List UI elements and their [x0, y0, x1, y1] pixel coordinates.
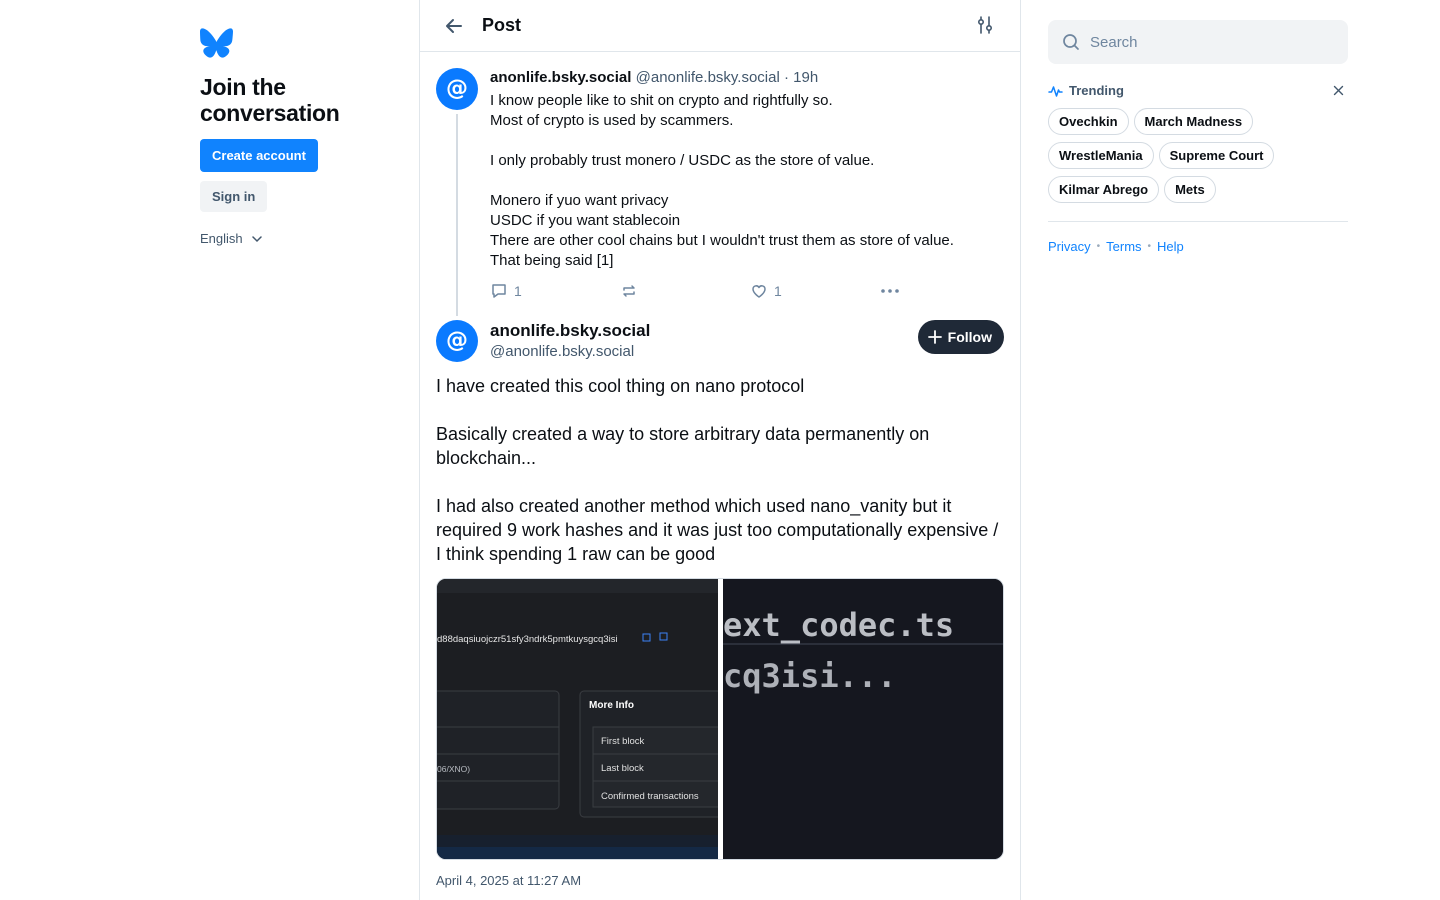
- repost-icon: [623, 285, 635, 297]
- footer-links: Privacy • Terms • Help: [1048, 239, 1348, 254]
- post-thread-column: Post @ anonlife.bsky.social @anonlife.bs…: [419, 0, 1021, 900]
- more-info-title: More Info: [589, 700, 634, 711]
- privacy-link[interactable]: Privacy: [1048, 239, 1091, 254]
- trending-topic[interactable]: March Madness: [1133, 108, 1254, 135]
- thread-line: [456, 114, 458, 316]
- post-text: I know people like to shit on crypto and…: [490, 92, 954, 269]
- post-header: Post: [420, 0, 1020, 52]
- author-name[interactable]: anonlife.bsky.social: [490, 320, 650, 342]
- post-image-explorer[interactable]: d88daqsiuojczr51sfy3ndrk5pmtkuysgcq3isi …: [437, 579, 718, 859]
- author-name[interactable]: anonlife.bsky.social: [490, 69, 631, 86]
- trending-topic[interactable]: Mets: [1164, 176, 1216, 203]
- reply-icon: [492, 284, 506, 298]
- trending-topics: Ovechkin March Madness WrestleMania Supr…: [1048, 108, 1348, 203]
- author-handle[interactable]: @anonlife.bsky.social: [490, 342, 650, 362]
- left-sidebar: Join the conversation Create account Sig…: [200, 28, 400, 246]
- separator-dot: •: [1096, 241, 1101, 252]
- row-confirmed-transactions: Confirmed transactions: [601, 791, 699, 802]
- code-line-1: ext_codec.ts: [723, 606, 954, 644]
- language-label: English: [200, 231, 243, 246]
- trending-topic[interactable]: Ovechkin: [1048, 108, 1129, 135]
- chevron-down-icon: [251, 235, 262, 242]
- help-link[interactable]: Help: [1157, 239, 1184, 254]
- join-headline: Join the conversation: [200, 74, 340, 126]
- create-account-button[interactable]: Create account: [200, 139, 318, 172]
- trending-topic[interactable]: WrestleMania: [1048, 142, 1154, 169]
- trending-topic[interactable]: Kilmar Abrego: [1048, 176, 1160, 203]
- more-dots-icon: [881, 289, 899, 293]
- author-handle[interactable]: @anonlife.bsky.social: [636, 69, 780, 86]
- code-screenshot: ext_codec.ts cq3isi...: [722, 579, 1003, 859]
- address-text: d88daqsiuojczr51sfy3ndrk5pmtkuysgcq3isi: [437, 634, 618, 645]
- back-arrow-icon[interactable]: [444, 16, 464, 36]
- search-box[interactable]: [1048, 20, 1348, 64]
- follow-label: Follow: [947, 329, 992, 345]
- bluesky-logo-icon[interactable]: [200, 28, 233, 58]
- search-icon: [1063, 34, 1079, 50]
- reply-count: 1: [514, 283, 522, 299]
- page-title: Post: [482, 15, 522, 35]
- divider: [1048, 221, 1348, 222]
- reply-button[interactable]: 1: [490, 282, 620, 300]
- row-last-block: Last block: [601, 763, 644, 774]
- avatar[interactable]: @: [436, 320, 478, 362]
- author-block: anonlife.bsky.social @anonlife.bsky.soci…: [490, 320, 650, 362]
- at-sign-icon: @: [446, 76, 468, 101]
- sign-in-button[interactable]: Sign in: [200, 181, 268, 212]
- code-line-2: cq3isi...: [723, 657, 896, 695]
- post-time[interactable]: · 19h: [784, 69, 818, 86]
- search-input[interactable]: [1090, 33, 1330, 51]
- plus-icon: [927, 330, 942, 344]
- trending-pulse-icon: [1048, 85, 1063, 97]
- post-text: I have created this cool thing on nano p…: [436, 376, 999, 564]
- post-date: April 4, 2025 at 11:27 AM: [436, 873, 582, 888]
- trending-header: Trending: [1048, 83, 1348, 98]
- language-select[interactable]: English: [200, 231, 400, 246]
- thread-settings-icon[interactable]: [976, 16, 994, 34]
- right-sidebar: Trending Ovechkin March Madness WrestleM…: [1048, 20, 1348, 254]
- like-count: 1: [774, 283, 782, 299]
- post-image-code[interactable]: ext_codec.ts cq3isi...: [722, 579, 1003, 859]
- post-meta: anonlife.bsky.social @anonlife.bsky.soci…: [490, 68, 1006, 88]
- separator-dot: •: [1147, 241, 1152, 252]
- like-button[interactable]: 1: [750, 282, 880, 300]
- terms-link[interactable]: Terms: [1106, 239, 1141, 254]
- avatar[interactable]: @: [436, 68, 478, 110]
- post-images: d88daqsiuojczr51sfy3ndrk5pmtkuysgcq3isi …: [436, 578, 1004, 860]
- close-icon[interactable]: [1333, 85, 1344, 96]
- row-first-block: First block: [601, 736, 645, 747]
- heart-icon: [752, 285, 766, 298]
- trending-topic[interactable]: Supreme Court: [1158, 142, 1275, 169]
- more-options-button[interactable]: [880, 288, 900, 294]
- price-fragment: 06/XNO): [437, 764, 470, 774]
- trending-label: Trending: [1069, 83, 1124, 98]
- at-sign-icon: @: [446, 328, 468, 353]
- repost-button[interactable]: [620, 282, 750, 300]
- explorer-screenshot: d88daqsiuojczr51sfy3ndrk5pmtkuysgcq3isi …: [437, 579, 718, 859]
- post-actions: 1 1: [490, 281, 1006, 301]
- follow-button[interactable]: Follow: [917, 320, 1004, 354]
